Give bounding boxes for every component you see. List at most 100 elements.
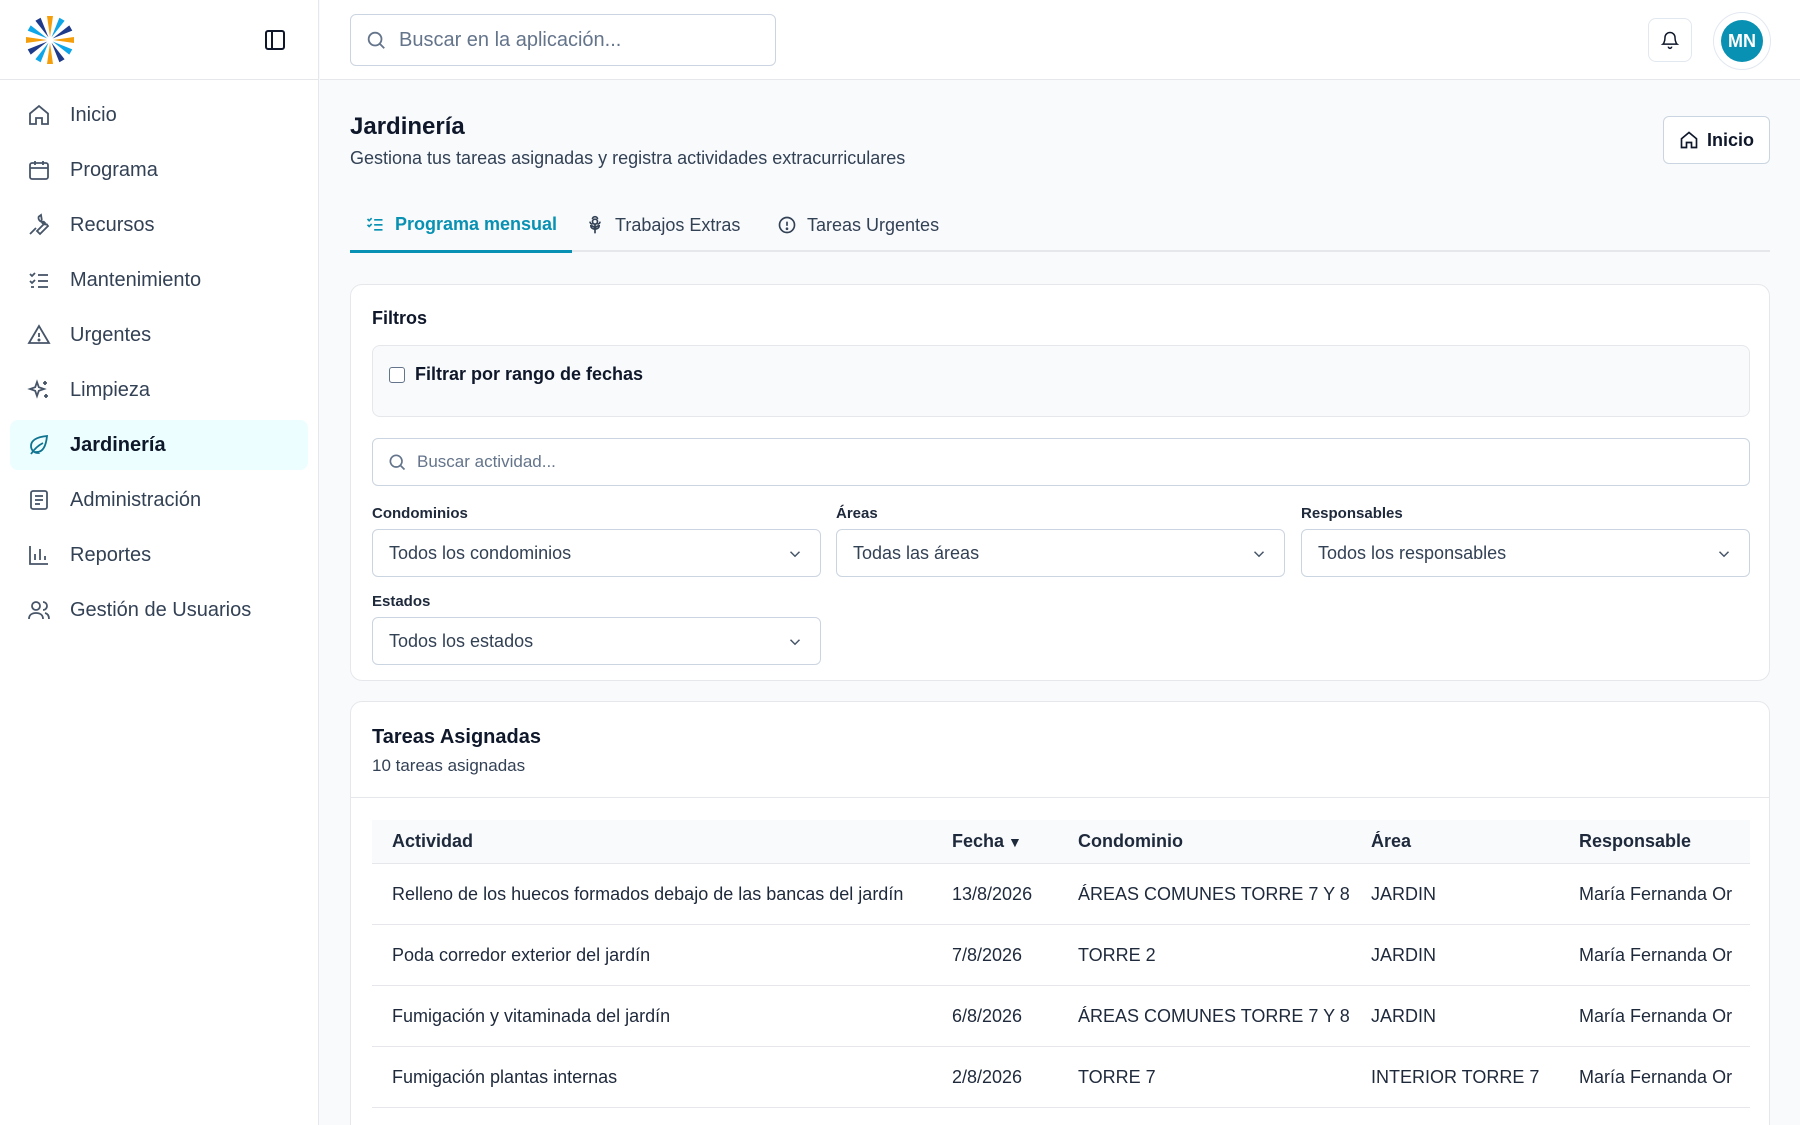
sidebar-header — [0, 0, 318, 80]
app-logo — [26, 16, 74, 64]
activity-search-input[interactable] — [417, 452, 1717, 472]
column-header-fecha[interactable]: Fecha ▼ — [952, 831, 1078, 852]
notifications-button[interactable] — [1648, 18, 1692, 62]
tab-trabajos-extras[interactable]: Trabajos Extras — [570, 198, 755, 252]
bell-icon — [1660, 31, 1680, 50]
table-row[interactable]: Poda corredor exterior del jardín 7/8/20… — [372, 925, 1750, 986]
column-header-actividad[interactable]: Actividad — [372, 831, 952, 852]
tasks-count: 10 tareas asignadas — [372, 756, 526, 775]
alert-triangle-icon — [26, 322, 52, 348]
tab-label: Trabajos Extras — [615, 214, 741, 235]
sidebar-item-label: Limpieza — [70, 378, 151, 401]
cell-actividad: Fumigación y vitaminada del jardín — [392, 1005, 671, 1026]
cell-actividad: Relleno de los huecos formados debajo de… — [392, 883, 904, 904]
date-range-label[interactable]: Filtrar por rango de fechas — [415, 364, 643, 385]
cell-actividad: Fumigación plantas internas — [392, 1066, 618, 1087]
page-title: Jardinería — [350, 113, 465, 140]
areas-select[interactable]: Todas las áreas — [836, 529, 1285, 577]
cell-fecha: 6/8/2026 — [952, 1005, 1023, 1026]
cell-responsable: María Fernanda Or — [1579, 883, 1733, 904]
sidebar-item-label: Reportes — [70, 543, 152, 566]
sidebar-item-inicio[interactable]: Inicio — [10, 90, 308, 140]
list-checks-icon — [366, 217, 383, 231]
sidebar-item-label: Jardinería — [70, 433, 166, 456]
sidebar-toggle-button[interactable] — [260, 26, 290, 54]
date-range-checkbox[interactable] — [389, 367, 405, 383]
tab-label: Tareas Urgentes — [807, 214, 940, 235]
column-header-responsable[interactable]: Responsable — [1579, 831, 1750, 852]
home-icon — [26, 102, 52, 128]
sidebar-item-gestion-usuarios[interactable]: Gestión de Usuarios — [10, 585, 308, 635]
estados-value: Todos los estados — [389, 630, 534, 651]
home-button-label: Inicio — [1706, 129, 1754, 150]
sidebar-item-label: Gestión de Usuarios — [70, 598, 252, 621]
wrench-icon — [26, 212, 52, 238]
sidebar-item-jardineria[interactable]: Jardinería — [10, 420, 308, 470]
cell-area: JARDIN — [1371, 1005, 1437, 1026]
table-header: Actividad Fecha ▼ Condominio Área Respons… — [372, 820, 1750, 864]
responsables-select[interactable]: Todos los responsables — [1301, 529, 1750, 577]
sidebar-item-recursos[interactable]: Recursos — [10, 200, 308, 250]
chevron-down-icon — [789, 551, 801, 558]
table-row[interactable]: Relleno de los huecos formados debajo de… — [372, 864, 1750, 925]
cell-condominio: ÁREAS COMUNES TORRE 7 Y 8 — [1078, 1005, 1350, 1026]
tasks-card: Tareas Asignadas 10 tareas asignadas Act… — [350, 701, 1770, 1125]
cell-responsable: María Fernanda Or — [1579, 1066, 1733, 1087]
sidebar-item-administracion[interactable]: Administración — [10, 475, 308, 525]
estados-select[interactable]: Todos los estados — [372, 617, 821, 665]
column-header-condominio[interactable]: Condominio — [1078, 831, 1371, 852]
cell-fecha: 7/8/2026 — [952, 944, 1023, 965]
sidebar-item-reportes[interactable]: Reportes — [10, 530, 308, 580]
home-button[interactable]: Inicio — [1663, 116, 1770, 164]
responsables-value: Todos los responsables — [1318, 542, 1507, 563]
cell-condominio: TORRE 2 — [1078, 944, 1156, 965]
estados-label: Estados — [372, 593, 431, 610]
sort-desc-icon: ▼ — [1008, 834, 1022, 850]
user-menu-button[interactable]: MN — [1713, 12, 1771, 70]
search-icon — [389, 454, 406, 471]
sidebar-item-urgentes[interactable]: Urgentes — [10, 310, 308, 360]
list-checks-icon — [26, 267, 52, 293]
cell-fecha: 13/8/2026 — [952, 883, 1033, 904]
tab-label: Programa mensual — [395, 213, 558, 234]
table-row[interactable]: Fumigación y vitaminada del jardín 6/8/2… — [372, 986, 1750, 1047]
cell-actividad: Poda corredor exterior del jardín — [392, 944, 651, 965]
tab-tareas-urgentes[interactable]: Tareas Urgentes — [762, 198, 954, 252]
condominios-label: Condominios — [372, 505, 468, 522]
sidebar-item-label: Administración — [70, 488, 202, 511]
filters-title: Filtros — [372, 308, 428, 328]
chevron-down-icon — [1253, 551, 1265, 558]
sidebar-item-mantenimiento[interactable]: Mantenimiento — [10, 255, 308, 305]
tab-programa-mensual[interactable]: Programa mensual — [350, 198, 573, 253]
filters-card: Filtros Filtrar por rango de fechas Cond… — [350, 284, 1770, 681]
activity-search[interactable] — [372, 438, 1750, 486]
sidebar-item-label: Programa — [70, 158, 158, 181]
column-header-area[interactable]: Área — [1371, 831, 1579, 852]
users-icon — [26, 597, 52, 623]
sidebar-item-limpieza[interactable]: Limpieza — [10, 365, 308, 415]
global-search[interactable] — [350, 14, 776, 66]
panel-left-icon — [265, 30, 285, 50]
date-range-filter: Filtrar por rango de fechas — [372, 345, 1750, 417]
condominios-select[interactable]: Todos los condominios — [372, 529, 821, 577]
cell-condominio: TORRE 7 — [1078, 1066, 1156, 1087]
sidebar-item-label: Inicio — [70, 103, 117, 126]
cell-area: JARDIN — [1371, 944, 1437, 965]
cell-fecha: 2/8/2026 — [952, 1066, 1023, 1087]
areas-label: Áreas — [836, 505, 878, 522]
sidebar-item-label: Urgentes — [70, 323, 152, 346]
leaf-icon — [26, 432, 52, 458]
bar-chart-icon — [26, 542, 52, 568]
areas-value: Todas las áreas — [853, 542, 980, 563]
tasks-table: Actividad Fecha ▼ Condominio Área Respons… — [372, 820, 1750, 1108]
sparkles-icon — [26, 377, 52, 403]
sidebar-item-programa[interactable]: Programa — [10, 145, 308, 195]
topbar: MN — [320, 0, 1800, 80]
cell-condominio: ÁREAS COMUNES TORRE 7 Y 8 — [1078, 883, 1350, 904]
table-row[interactable]: Fumigación plantas internas 2/8/2026 TOR… — [372, 1047, 1750, 1108]
sidebar-item-label: Mantenimiento — [70, 268, 202, 291]
search-icon — [367, 31, 385, 49]
global-search-input[interactable] — [399, 28, 759, 52]
cell-responsable: María Fernanda Or — [1579, 1005, 1733, 1026]
page-subtitle: Gestiona tus tareas asignadas y registra… — [350, 148, 906, 168]
